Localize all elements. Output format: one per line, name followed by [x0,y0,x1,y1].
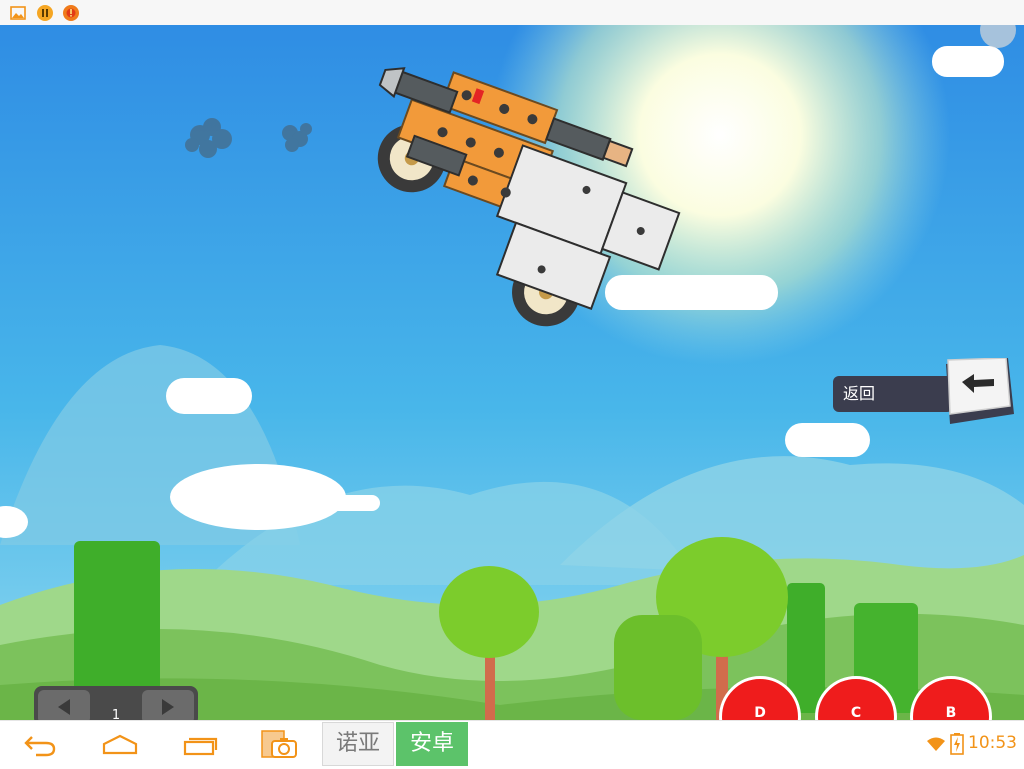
gear-prev-button[interactable] [38,690,90,724]
gear-value: 1 [111,708,121,723]
clock: 10:53 [968,733,1017,753]
top-status-bar [0,0,1024,26]
action-button-label: D [754,705,766,721]
alert-badge-icon [63,5,79,21]
recents-icon[interactable] [181,733,221,757]
wifi-icon [927,737,945,751]
back-key-button[interactable] [938,357,1016,428]
pause-badge-icon [37,5,53,21]
picture-icon [10,6,26,20]
game-scene[interactable] [0,25,1024,720]
gear-next-button[interactable] [142,690,194,724]
chevron-right-icon [162,699,174,715]
back-icon[interactable] [22,733,58,757]
home-icon[interactable] [100,733,140,757]
screenshot-icon[interactable] [260,729,300,761]
back-label[interactable]: 返回 [833,376,953,412]
battery-charging-icon [950,733,964,755]
action-button-label: C [850,705,862,721]
action-button-label: B [945,705,957,721]
ime-android-button[interactable]: 安卓 [396,722,468,766]
left-arrow-icon [946,357,1014,424]
game-background [0,25,1024,720]
chevron-left-icon [58,699,70,715]
ime-nokia-button[interactable]: 诺亚 [322,722,394,766]
navigation-bar [0,720,1024,769]
